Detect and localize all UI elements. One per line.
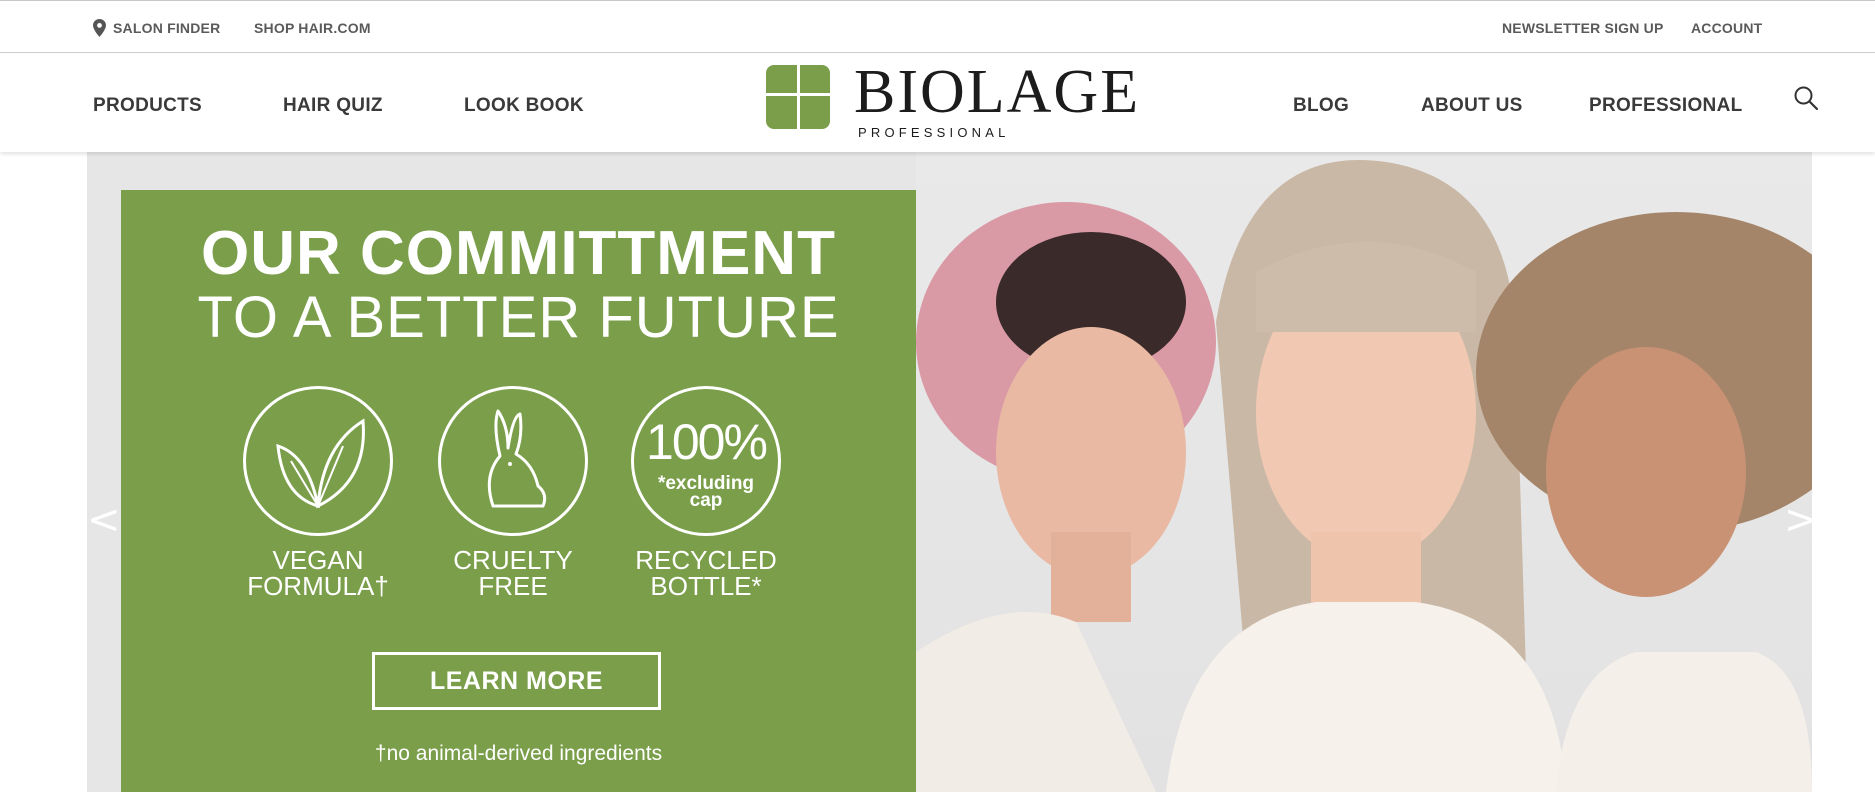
promo-heading: OUR COMMITTMENT — [201, 219, 836, 288]
nav-item-about-us[interactable]: ABOUT US — [1421, 95, 1523, 117]
logo-subtitle: PROFESSIONAL — [858, 125, 1010, 140]
recycled-badge: 100% *excluding cap — [631, 386, 781, 536]
vegan-label-line2: FORMULA† — [247, 571, 389, 601]
logo-wordmark: BIOLAGE — [854, 58, 1141, 126]
learn-more-button[interactable]: LEARN MORE — [372, 652, 661, 710]
hero-carousel: OUR COMMITTMENT TO A BETTER FUTURE VEGAN… — [87, 152, 1812, 792]
logo-mark-icon — [766, 65, 830, 129]
location-pin-icon — [93, 19, 106, 37]
nav-item-products[interactable]: PRODUCTS — [93, 95, 202, 117]
cruelty-free-badge — [438, 386, 588, 536]
leaf-icon — [276, 418, 365, 509]
nav-item-professional[interactable]: PROFESSIONAL — [1589, 95, 1743, 117]
recycle-note: *excluding cap — [634, 474, 778, 511]
cruelty-label-line1: CRUELTY — [453, 545, 573, 575]
cruelty-label-line2: FREE — [478, 571, 548, 601]
main-nav: PRODUCTS HAIR QUIZ LOOK BOOK BIOLAGE PRO… — [0, 53, 1875, 152]
recycled-label: RECYCLED BOTTLE* — [606, 547, 806, 599]
rabbit-icon — [487, 409, 547, 508]
salon-finder-link[interactable]: SALON FINDER — [113, 20, 220, 36]
hero-photo — [916, 152, 1812, 792]
carousel-prev-arrow[interactable]: < — [87, 497, 121, 543]
newsletter-signup-link[interactable]: NEWSLETTER SIGN UP — [1502, 20, 1664, 36]
recycled-label-line2: BOTTLE* — [650, 571, 762, 601]
vegan-badge — [243, 386, 393, 536]
promo-panel: OUR COMMITTMENT TO A BETTER FUTURE VEGAN… — [121, 190, 916, 792]
recycled-label-line1: RECYCLED — [635, 545, 777, 575]
models-illustration — [916, 160, 1812, 792]
recycle-note-line2: cap — [689, 490, 723, 511]
cruelty-free-label: CRUELTY FREE — [413, 547, 613, 599]
search-icon[interactable] — [1793, 85, 1819, 111]
vegan-label-line1: VEGAN — [272, 545, 364, 575]
utility-bar: SALON FINDER SHOP HAIR.COM NEWSLETTER SI… — [0, 0, 1875, 53]
promo-subheading: TO A BETTER FUTURE — [197, 285, 840, 350]
carousel-next-arrow[interactable]: > — [1784, 497, 1812, 543]
footnote-text: †no animal-derived ingredients — [374, 742, 663, 765]
nav-item-look-book[interactable]: LOOK BOOK — [464, 95, 584, 117]
shop-link[interactable]: SHOP HAIR.COM — [254, 20, 371, 36]
account-link[interactable]: ACCOUNT — [1691, 20, 1762, 36]
recycle-percent-value: 100% — [646, 414, 768, 470]
vegan-label: VEGAN FORMULA† — [218, 547, 418, 599]
nav-item-blog[interactable]: BLOG — [1293, 95, 1349, 117]
nav-item-hair-quiz[interactable]: HAIR QUIZ — [283, 95, 383, 117]
